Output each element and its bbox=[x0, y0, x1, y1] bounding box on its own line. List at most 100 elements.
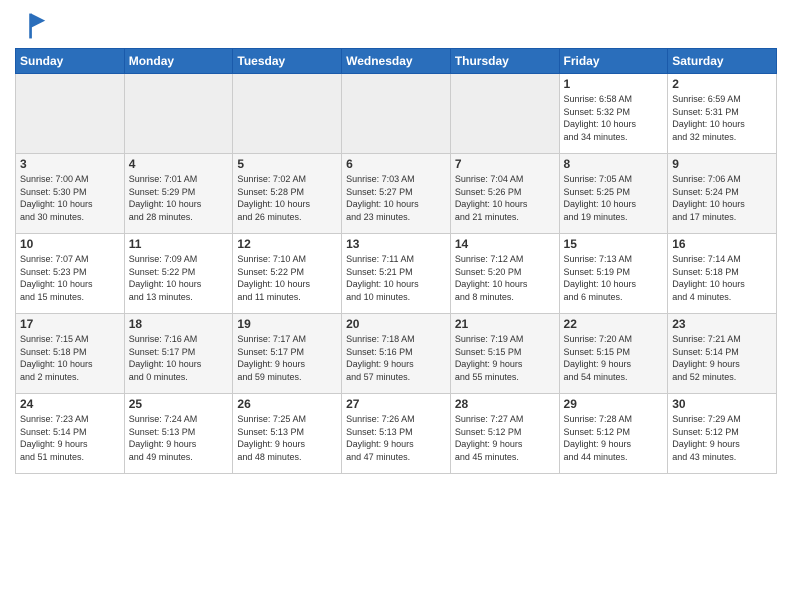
day-number: 29 bbox=[564, 397, 664, 411]
calendar-cell: 30Sunrise: 7:29 AM Sunset: 5:12 PM Dayli… bbox=[668, 394, 777, 474]
calendar-cell: 11Sunrise: 7:09 AM Sunset: 5:22 PM Dayli… bbox=[124, 234, 233, 314]
calendar-week-3: 10Sunrise: 7:07 AM Sunset: 5:23 PM Dayli… bbox=[16, 234, 777, 314]
day-info: Sunrise: 7:28 AM Sunset: 5:12 PM Dayligh… bbox=[564, 413, 664, 463]
calendar-cell: 26 Sunrise: 7:25 AM Sunset: 5:13 PM Dayli… bbox=[233, 394, 342, 474]
calendar-cell: 23 Sunrise: 7:21 AM Sunset: 5:14 PM Dayli… bbox=[668, 314, 777, 394]
day-info: Sunrise: 7:00 AM Sunset: 5:30 PM Dayligh… bbox=[20, 173, 120, 223]
calendar-cell: 1 Sunrise: 6:58 AM Sunset: 5:32 PM Daylig… bbox=[559, 74, 668, 154]
day-number: 12 bbox=[237, 237, 337, 251]
day-number: 11 bbox=[129, 237, 229, 251]
day-number: 23 bbox=[672, 317, 772, 331]
calendar-cell bbox=[124, 74, 233, 154]
day-number: 4 bbox=[129, 157, 229, 171]
day-number: 28 bbox=[455, 397, 555, 411]
day-number: 7 bbox=[455, 157, 555, 171]
calendar-cell: 16 Sunrise: 7:14 AM Sunset: 5:18 PM Dayli… bbox=[668, 234, 777, 314]
day-number: 25 bbox=[129, 397, 229, 411]
calendar-cell: 24 Sunrise: 7:23 AM Sunset: 5:14 PM Dayli… bbox=[16, 394, 125, 474]
calendar-cell: 4 Sunrise: 7:01 AM Sunset: 5:29 PM Daylig… bbox=[124, 154, 233, 234]
calendar-week-4: 17Sunrise: 7:15 AM Sunset: 5:18 PM Dayli… bbox=[16, 314, 777, 394]
day-info: Sunrise: 7:11 AM Sunset: 5:21 PM Dayligh… bbox=[346, 253, 446, 303]
logo bbox=[15, 10, 51, 42]
day-info: Sunrise: 7:24 AM Sunset: 5:13 PM Dayligh… bbox=[129, 413, 229, 463]
calendar-cell: 8 Sunrise: 7:05 AM Sunset: 5:25 PM Daylig… bbox=[559, 154, 668, 234]
day-info: Sunrise: 7:20 AM Sunset: 5:15 PM Dayligh… bbox=[564, 333, 664, 383]
calendar-cell: 5Sunrise: 7:02 AM Sunset: 5:28 PM Daylig… bbox=[233, 154, 342, 234]
calendar-week-2: 3 Sunrise: 7:00 AM Sunset: 5:30 PM Daylig… bbox=[16, 154, 777, 234]
day-number: 15 bbox=[564, 237, 664, 251]
day-number: 9 bbox=[672, 157, 772, 171]
day-info: Sunrise: 7:06 AM Sunset: 5:24 PM Dayligh… bbox=[672, 173, 772, 223]
day-info: Sunrise: 7:05 AM Sunset: 5:25 PM Dayligh… bbox=[564, 173, 664, 223]
day-number: 27 bbox=[346, 397, 446, 411]
day-number: 19 bbox=[237, 317, 337, 331]
calendar-cell: 15 Sunrise: 7:13 AM Sunset: 5:19 PM Dayli… bbox=[559, 234, 668, 314]
day-number: 10 bbox=[20, 237, 120, 251]
weekday-header-row: SundayMondayTuesdayWednesdayThursdayFrid… bbox=[16, 49, 777, 74]
day-info: Sunrise: 7:21 AM Sunset: 5:14 PM Dayligh… bbox=[672, 333, 772, 383]
calendar-cell: 14 Sunrise: 7:12 AM Sunset: 5:20 PM Dayli… bbox=[450, 234, 559, 314]
day-info: Sunrise: 7:17 AM Sunset: 5:17 PM Dayligh… bbox=[237, 333, 337, 383]
calendar-cell: 3 Sunrise: 7:00 AM Sunset: 5:30 PM Daylig… bbox=[16, 154, 125, 234]
page: SundayMondayTuesdayWednesdayThursdayFrid… bbox=[0, 0, 792, 612]
calendar-cell: 7Sunrise: 7:04 AM Sunset: 5:26 PM Daylig… bbox=[450, 154, 559, 234]
day-info: Sunrise: 7:26 AM Sunset: 5:13 PM Dayligh… bbox=[346, 413, 446, 463]
calendar-week-1: 1 Sunrise: 6:58 AM Sunset: 5:32 PM Daylig… bbox=[16, 74, 777, 154]
weekday-header-friday: Friday bbox=[559, 49, 668, 74]
weekday-header-thursday: Thursday bbox=[450, 49, 559, 74]
calendar-cell: 2 Sunrise: 6:59 AM Sunset: 5:31 PM Daylig… bbox=[668, 74, 777, 154]
day-info: Sunrise: 7:12 AM Sunset: 5:20 PM Dayligh… bbox=[455, 253, 555, 303]
calendar-cell: 17Sunrise: 7:15 AM Sunset: 5:18 PM Dayli… bbox=[16, 314, 125, 394]
header bbox=[15, 10, 777, 42]
day-info: Sunrise: 7:27 AM Sunset: 5:12 PM Dayligh… bbox=[455, 413, 555, 463]
day-info: Sunrise: 7:25 AM Sunset: 5:13 PM Dayligh… bbox=[237, 413, 337, 463]
calendar-cell: 13 Sunrise: 7:11 AM Sunset: 5:21 PM Dayli… bbox=[342, 234, 451, 314]
day-info: Sunrise: 7:23 AM Sunset: 5:14 PM Dayligh… bbox=[20, 413, 120, 463]
day-info: Sunrise: 7:10 AM Sunset: 5:22 PM Dayligh… bbox=[237, 253, 337, 303]
calendar-cell: 28 Sunrise: 7:27 AM Sunset: 5:12 PM Dayli… bbox=[450, 394, 559, 474]
calendar-cell bbox=[450, 74, 559, 154]
weekday-header-monday: Monday bbox=[124, 49, 233, 74]
day-info: Sunrise: 7:14 AM Sunset: 5:18 PM Dayligh… bbox=[672, 253, 772, 303]
day-info: Sunrise: 7:15 AM Sunset: 5:18 PM Dayligh… bbox=[20, 333, 120, 383]
day-number: 1 bbox=[564, 77, 664, 91]
calendar-cell bbox=[16, 74, 125, 154]
calendar-cell bbox=[342, 74, 451, 154]
day-info: Sunrise: 7:19 AM Sunset: 5:15 PM Dayligh… bbox=[455, 333, 555, 383]
calendar-cell: 12 Sunrise: 7:10 AM Sunset: 5:22 PM Dayli… bbox=[233, 234, 342, 314]
calendar-cell: 21 Sunrise: 7:19 AM Sunset: 5:15 PM Dayli… bbox=[450, 314, 559, 394]
weekday-header-tuesday: Tuesday bbox=[233, 49, 342, 74]
day-info: Sunrise: 7:03 AM Sunset: 5:27 PM Dayligh… bbox=[346, 173, 446, 223]
day-number: 2 bbox=[672, 77, 772, 91]
weekday-header-saturday: Saturday bbox=[668, 49, 777, 74]
day-info: Sunrise: 6:59 AM Sunset: 5:31 PM Dayligh… bbox=[672, 93, 772, 143]
calendar-table: SundayMondayTuesdayWednesdayThursdayFrid… bbox=[15, 48, 777, 474]
day-info: Sunrise: 7:16 AM Sunset: 5:17 PM Dayligh… bbox=[129, 333, 229, 383]
day-number: 16 bbox=[672, 237, 772, 251]
day-number: 24 bbox=[20, 397, 120, 411]
day-number: 14 bbox=[455, 237, 555, 251]
calendar-cell: 25 Sunrise: 7:24 AM Sunset: 5:13 PM Dayli… bbox=[124, 394, 233, 474]
day-number: 30 bbox=[672, 397, 772, 411]
day-info: Sunrise: 7:13 AM Sunset: 5:19 PM Dayligh… bbox=[564, 253, 664, 303]
day-number: 13 bbox=[346, 237, 446, 251]
calendar-cell: 9 Sunrise: 7:06 AM Sunset: 5:24 PM Daylig… bbox=[668, 154, 777, 234]
day-number: 21 bbox=[455, 317, 555, 331]
day-number: 5 bbox=[237, 157, 337, 171]
calendar-cell: 20Sunrise: 7:18 AM Sunset: 5:16 PM Dayli… bbox=[342, 314, 451, 394]
day-info: Sunrise: 6:58 AM Sunset: 5:32 PM Dayligh… bbox=[564, 93, 664, 143]
day-number: 3 bbox=[20, 157, 120, 171]
calendar-cell: 29 Sunrise: 7:28 AM Sunset: 5:12 PM Dayli… bbox=[559, 394, 668, 474]
calendar-cell bbox=[233, 74, 342, 154]
calendar-cell: 18 Sunrise: 7:16 AM Sunset: 5:17 PM Dayli… bbox=[124, 314, 233, 394]
day-number: 18 bbox=[129, 317, 229, 331]
weekday-header-sunday: Sunday bbox=[16, 49, 125, 74]
logo-icon bbox=[15, 10, 47, 42]
day-info: Sunrise: 7:18 AM Sunset: 5:16 PM Dayligh… bbox=[346, 333, 446, 383]
weekday-header-wednesday: Wednesday bbox=[342, 49, 451, 74]
day-number: 8 bbox=[564, 157, 664, 171]
calendar-cell: 22Sunrise: 7:20 AM Sunset: 5:15 PM Dayli… bbox=[559, 314, 668, 394]
day-info: Sunrise: 7:01 AM Sunset: 5:29 PM Dayligh… bbox=[129, 173, 229, 223]
day-number: 26 bbox=[237, 397, 337, 411]
calendar-cell: 6Sunrise: 7:03 AM Sunset: 5:27 PM Daylig… bbox=[342, 154, 451, 234]
